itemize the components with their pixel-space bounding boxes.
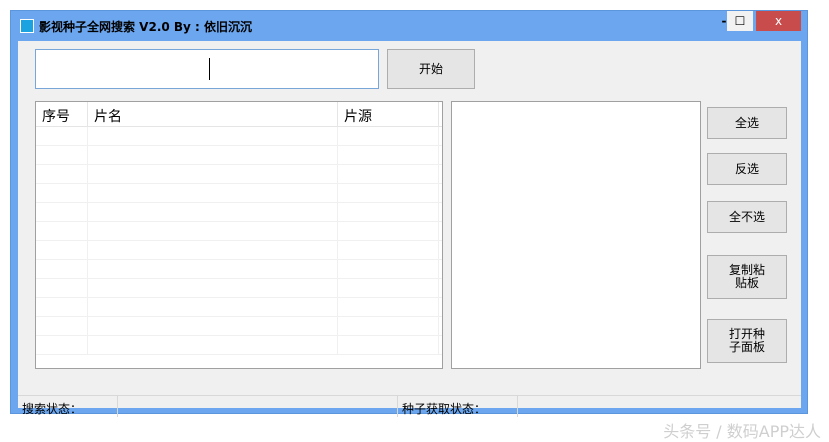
table-cell [338, 203, 439, 221]
table-cell [338, 260, 439, 278]
table-cell [338, 222, 439, 240]
table-cell [338, 317, 439, 335]
window-title: 影视种子全网搜索 V2.0 By : 依旧沉沉 [39, 20, 253, 34]
table-row[interactable] [36, 222, 442, 241]
copy-clipboard-button[interactable]: 复制粘贴板 [707, 255, 787, 299]
detail-panel[interactable] [451, 101, 701, 369]
list-header: 序号 片名 片源 [36, 102, 442, 127]
watermark: 头条号 / 数码APP达人 [663, 422, 821, 441]
table-cell [338, 298, 439, 316]
table-cell [36, 127, 88, 145]
table-row[interactable] [36, 146, 442, 165]
table-cell [88, 146, 338, 164]
text-caret [209, 58, 210, 80]
invert-selection-button[interactable]: 反选 [707, 153, 787, 185]
table-cell [36, 203, 88, 221]
column-header-source[interactable]: 片源 [338, 102, 439, 126]
table-row[interactable] [36, 298, 442, 317]
table-cell [36, 241, 88, 259]
torrent-status-label: 种子获取状态： [398, 396, 518, 417]
app-window: 影视种子全网搜索 V2.0 By : 依旧沉沉 - ☐ x 开始 序号 片名 片… [10, 10, 808, 417]
table-cell [338, 127, 439, 145]
column-header-index[interactable]: 序号 [36, 102, 88, 126]
table-cell [338, 146, 439, 164]
status-bar: 搜索状态： 种子获取状态： [18, 395, 801, 417]
table-cell [338, 279, 439, 297]
table-row[interactable] [36, 317, 442, 336]
table-cell [36, 184, 88, 202]
table-cell [36, 279, 88, 297]
search-input[interactable] [35, 49, 379, 89]
select-all-button[interactable]: 全选 [707, 107, 787, 139]
search-status-label: 搜索状态： [18, 396, 118, 417]
maximize-button[interactable]: ☐ [727, 11, 753, 31]
open-torrent-panel-button[interactable]: 打开种子面板 [707, 319, 787, 363]
table-row[interactable] [36, 336, 442, 355]
table-cell [88, 336, 338, 354]
table-cell [88, 298, 338, 316]
app-icon [20, 19, 34, 33]
table-cell [36, 260, 88, 278]
table-cell [88, 222, 338, 240]
table-cell [36, 336, 88, 354]
search-status-value [118, 396, 398, 417]
table-cell [88, 317, 338, 335]
table-cell [36, 222, 88, 240]
title-bar: 影视种子全网搜索 V2.0 By : 依旧沉沉 - ☐ x [11, 11, 807, 41]
table-cell [36, 298, 88, 316]
table-cell [88, 260, 338, 278]
table-row[interactable] [36, 165, 442, 184]
table-cell [338, 184, 439, 202]
table-cell [338, 336, 439, 354]
table-row[interactable] [36, 184, 442, 203]
table-cell [338, 165, 439, 183]
table-cell [36, 165, 88, 183]
table-row[interactable] [36, 127, 442, 146]
select-none-button[interactable]: 全不选 [707, 201, 787, 233]
table-cell [88, 203, 338, 221]
table-cell [338, 241, 439, 259]
table-cell [36, 146, 88, 164]
start-button[interactable]: 开始 [387, 49, 475, 89]
close-button[interactable]: x [756, 11, 801, 31]
table-row[interactable] [36, 241, 442, 260]
torrent-status-value [518, 396, 801, 417]
table-cell [88, 184, 338, 202]
table-cell [88, 279, 338, 297]
table-cell [36, 317, 88, 335]
client-area: 开始 序号 片名 片源 全选 反选 全不选 复制粘贴板 打开种子面板 搜索状态：… [18, 41, 801, 417]
results-list[interactable]: 序号 片名 片源 [35, 101, 443, 369]
table-row[interactable] [36, 279, 442, 298]
column-header-title[interactable]: 片名 [88, 102, 338, 126]
table-row[interactable] [36, 260, 442, 279]
table-row[interactable] [36, 203, 442, 222]
table-cell [88, 127, 338, 145]
table-cell [88, 165, 338, 183]
table-cell [88, 241, 338, 259]
